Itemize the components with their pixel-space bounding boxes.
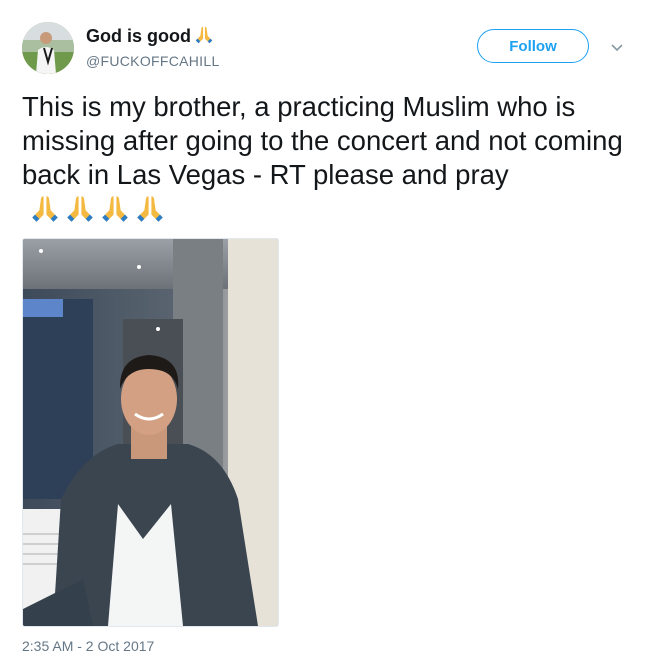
- folded-hands-icon: [193, 24, 215, 51]
- tweet-timestamp[interactable]: 2:35 AM - 2 Oct 2017: [22, 638, 154, 654]
- avatar[interactable]: [22, 22, 74, 74]
- tweet-body: This is my brother, a practicing Muslim …: [22, 91, 623, 190]
- folded-hands-icon: [32, 196, 58, 222]
- chevron-down-icon[interactable]: [610, 40, 624, 52]
- photo-image: [23, 239, 278, 626]
- folded-hands-icon: [102, 196, 128, 222]
- tweet-text: This is my brother, a practicing Muslim …: [22, 90, 632, 234]
- folded-hands-icon: [67, 196, 93, 222]
- follow-button[interactable]: Follow: [477, 29, 589, 63]
- pray-emojis: [28, 192, 168, 234]
- tweet-photo[interactable]: [22, 238, 279, 627]
- user-handle[interactable]: @FUCKOFFCAHILL: [86, 53, 220, 69]
- display-name[interactable]: God is good: [86, 26, 191, 46]
- avatar-image: [22, 22, 74, 74]
- display-name-row[interactable]: God is good: [86, 24, 215, 51]
- folded-hands-icon: [137, 196, 163, 222]
